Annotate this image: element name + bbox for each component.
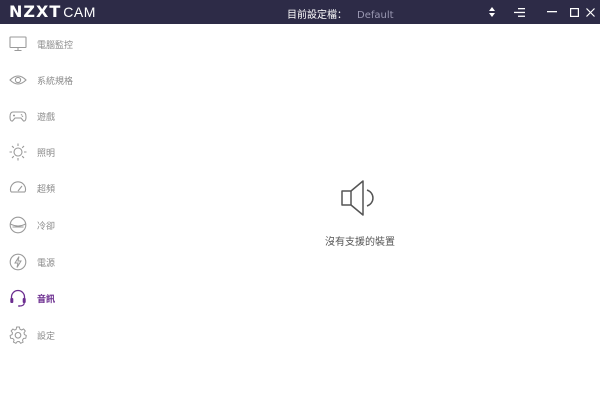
sidebar-item-label: 超頻 <box>37 184 56 195</box>
sidebar-item-label: 冷卻 <box>37 221 56 232</box>
sidebar-item-label: 遊戲 <box>37 112 56 123</box>
speaker-icon <box>338 176 382 220</box>
sidebar-item-label: 系統規格 <box>37 76 74 87</box>
logo-nzxt: NZXT <box>9 2 62 21</box>
empty-state-message: 沒有支援的裝置 <box>325 237 395 248</box>
menu-icon[interactable] <box>507 0 531 24</box>
sidebar-item-lighting[interactable]: 照明 <box>0 138 110 166</box>
gamepad-icon <box>8 106 28 126</box>
headset-icon <box>8 288 28 308</box>
logo-cam: CAM <box>63 4 96 20</box>
sidebar-nav: 電腦監控 系統規格 遊戲 照明 超頻 冷卻 電源 音訊 設定 <box>0 24 110 417</box>
sidebar-item-pc-monitoring[interactable]: 電腦監控 <box>0 30 110 58</box>
sort-arrows-icon[interactable] <box>480 0 504 24</box>
lightning-icon <box>8 252 28 272</box>
sidebar-item-label: 設定 <box>37 331 56 342</box>
sidebar-item-system-specs[interactable]: 系統規格 <box>0 66 110 94</box>
sidebar-item-overclocking[interactable]: 超頻 <box>0 174 110 202</box>
gear-icon <box>8 325 28 345</box>
title-bar: NZXT CAM 目前設定檔： Default <box>0 0 600 24</box>
app-logo: NZXT CAM <box>9 2 96 22</box>
main-content: 沒有支援的裝置 <box>110 24 600 417</box>
sidebar-item-label: 音訊 <box>37 294 56 305</box>
minimize-icon[interactable] <box>540 0 564 24</box>
monitor-icon <box>8 34 28 54</box>
app-window: NZXT CAM 目前設定檔： Default 電腦監控 系統規格 遊戲 照明 … <box>0 0 600 417</box>
sidebar-item-power[interactable]: 電源 <box>0 248 110 276</box>
profile-selector[interactable]: 目前設定檔： Default <box>287 6 394 21</box>
eye-icon <box>8 70 28 90</box>
close-icon[interactable] <box>578 0 600 24</box>
speedometer-icon <box>8 178 28 198</box>
fan-icon <box>8 215 28 235</box>
sidebar-item-games[interactable]: 遊戲 <box>0 102 110 130</box>
sidebar-item-cooling[interactable]: 冷卻 <box>0 211 110 239</box>
sidebar-item-audio[interactable]: 音訊 <box>0 284 110 312</box>
profile-label: 目前設定檔： <box>287 10 347 21</box>
sidebar-item-label: 電源 <box>37 258 56 269</box>
profile-value[interactable]: Default <box>357 10 394 21</box>
sidebar-item-label: 照明 <box>37 148 56 159</box>
sidebar-item-label: 電腦監控 <box>37 40 74 51</box>
sun-icon <box>8 142 28 162</box>
sidebar-item-settings[interactable]: 設定 <box>0 321 110 349</box>
